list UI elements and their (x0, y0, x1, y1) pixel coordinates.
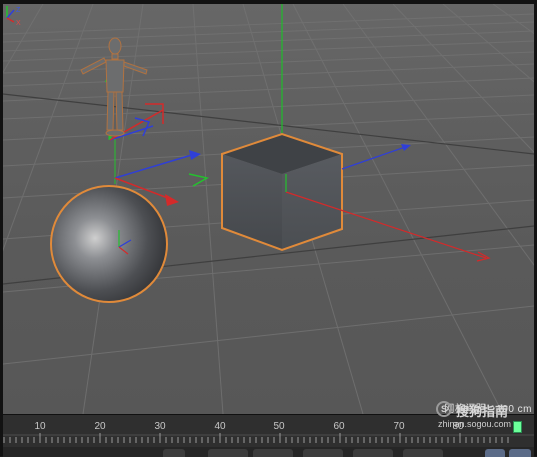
sphere-object[interactable] (50, 185, 168, 303)
axis-indicator-x: X (16, 20, 21, 27)
sogou-logo-icon: S (436, 401, 452, 417)
timeline-tick-label: 20 (94, 421, 106, 432)
timeline-tick-label: 70 (393, 421, 405, 432)
timeline-tick-label: 40 (214, 421, 226, 432)
timeline-tick-label: 10 (34, 421, 46, 432)
timeline-tick-label: 60 (333, 421, 345, 432)
viewport-scene[interactable] (3, 4, 534, 414)
axis-indicator-z: Z (16, 7, 21, 14)
sogou-watermark: S 搜狗指南 zhinan.sogou.com (436, 400, 532, 434)
cube-object[interactable] (221, 132, 491, 262)
3d-viewport[interactable]: Z X 网格间距 : 100 cm (3, 4, 534, 414)
timeline-tick-label: 50 (273, 421, 285, 432)
watermark-url: zhinan.sogou.com (438, 419, 512, 429)
timeline-tick-label: 30 (154, 421, 166, 432)
watermark-brand: 搜狗指南 (456, 405, 509, 420)
axis-indicator: Z X (6, 6, 21, 27)
app-frame: Z X 网格间距 : 100 cm 10 20 30 40 50 60 70 8… (0, 0, 537, 457)
